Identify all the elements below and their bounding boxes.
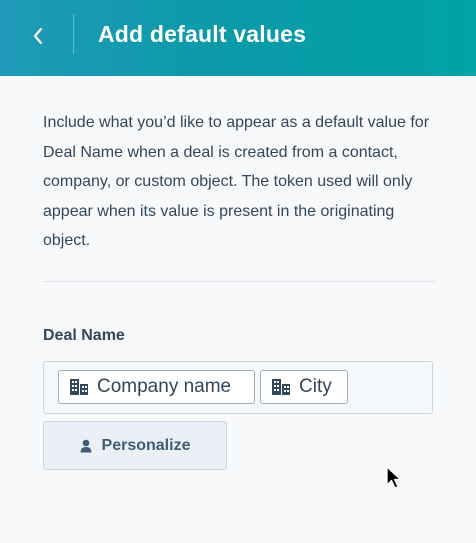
token-city[interactable]: City xyxy=(260,370,348,404)
building-icon xyxy=(272,379,290,395)
chevron-left-icon xyxy=(33,27,43,45)
token-company-name[interactable]: Company name xyxy=(58,370,255,404)
person-icon xyxy=(80,439,92,452)
section-divider xyxy=(43,281,435,282)
token-label: City xyxy=(299,376,332,397)
deal-name-token-input[interactable]: Company name City xyxy=(43,361,433,414)
header-divider xyxy=(73,14,74,54)
panel-title: Add default values xyxy=(98,21,307,47)
token-label: Company name xyxy=(97,376,232,397)
mouse-cursor-icon xyxy=(386,466,402,489)
deal-name-label: Deal Name xyxy=(43,327,125,344)
description-text: Include what you’d like to appear as a d… xyxy=(43,114,430,249)
panel-header: Add default values xyxy=(0,0,476,76)
back-button[interactable] xyxy=(22,20,54,52)
personalize-button[interactable]: Personalize xyxy=(43,421,227,470)
personalize-label: Personalize xyxy=(101,436,191,454)
panel-content: Include what you’d like to appear as a d… xyxy=(0,76,476,543)
default-values-panel: Add default values Include what you’d li… xyxy=(0,0,476,543)
building-icon xyxy=(70,379,88,395)
